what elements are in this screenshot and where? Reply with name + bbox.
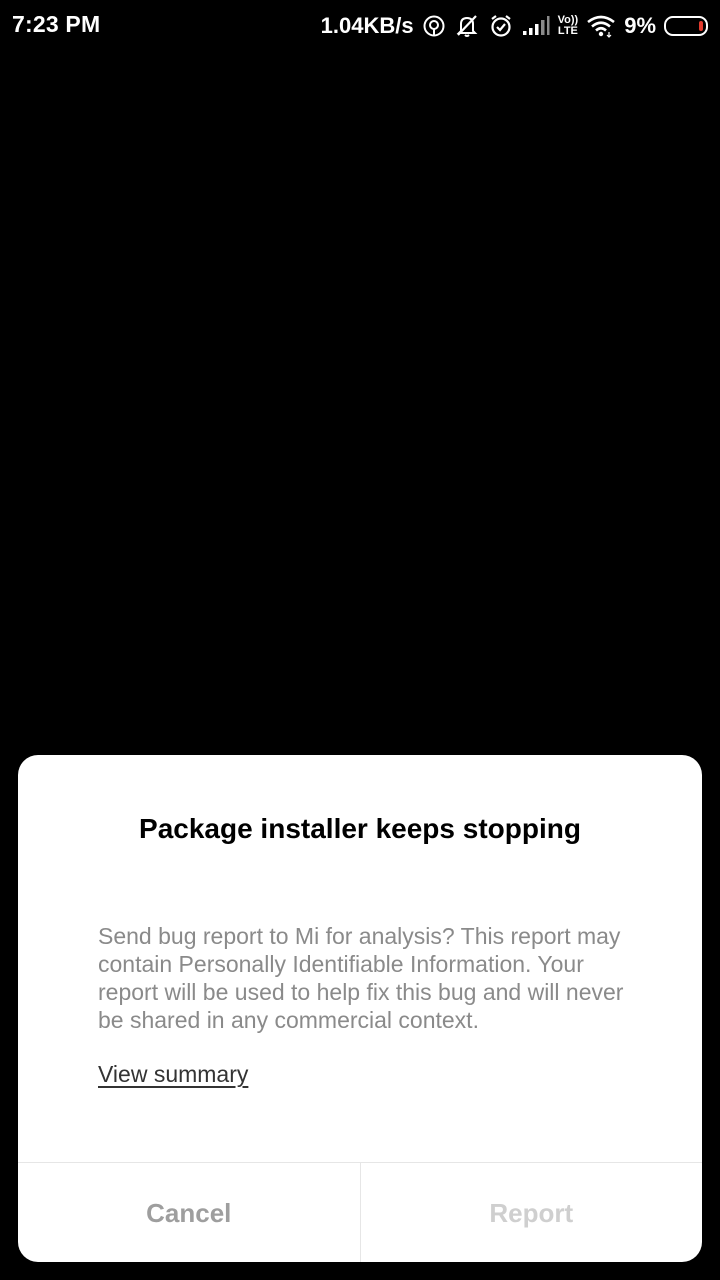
dialog-button-row: Cancel Report bbox=[18, 1162, 702, 1262]
signal-icon bbox=[522, 15, 550, 37]
cancel-button[interactable]: Cancel bbox=[18, 1163, 361, 1262]
status-bar: 7:23 PM 1.04KB/s Vo)) LTE 9% bbox=[0, 0, 720, 52]
wifi-icon bbox=[586, 14, 616, 38]
status-icons: 1.04KB/s Vo)) LTE 9% bbox=[321, 10, 708, 42]
dialog-title: Package installer keeps stopping bbox=[139, 813, 581, 844]
hotspot-icon bbox=[422, 14, 446, 38]
battery-icon bbox=[664, 16, 708, 36]
view-summary-link[interactable]: View summary bbox=[98, 1061, 248, 1088]
network-speed: 1.04KB/s bbox=[320, 13, 414, 38]
status-time: 7:23 PM bbox=[12, 11, 101, 37]
screen: 7:23 PM 1.04KB/s Vo)) LTE 9% Package ins… bbox=[0, 0, 720, 1280]
volte-bottom-label: LTE bbox=[557, 25, 578, 37]
battery-level bbox=[699, 21, 703, 31]
battery-percent: 9% bbox=[624, 13, 656, 38]
report-button[interactable]: Report bbox=[361, 1163, 703, 1262]
alarm-icon bbox=[488, 13, 514, 39]
notifications-off-icon bbox=[454, 13, 480, 39]
dialog-message: Send bug report to Mi for analysis? This… bbox=[98, 923, 624, 1033]
volte-icon: Vo)) LTE bbox=[558, 15, 579, 37]
crash-dialog: Package installer keeps stopping Send bu… bbox=[18, 755, 702, 1262]
